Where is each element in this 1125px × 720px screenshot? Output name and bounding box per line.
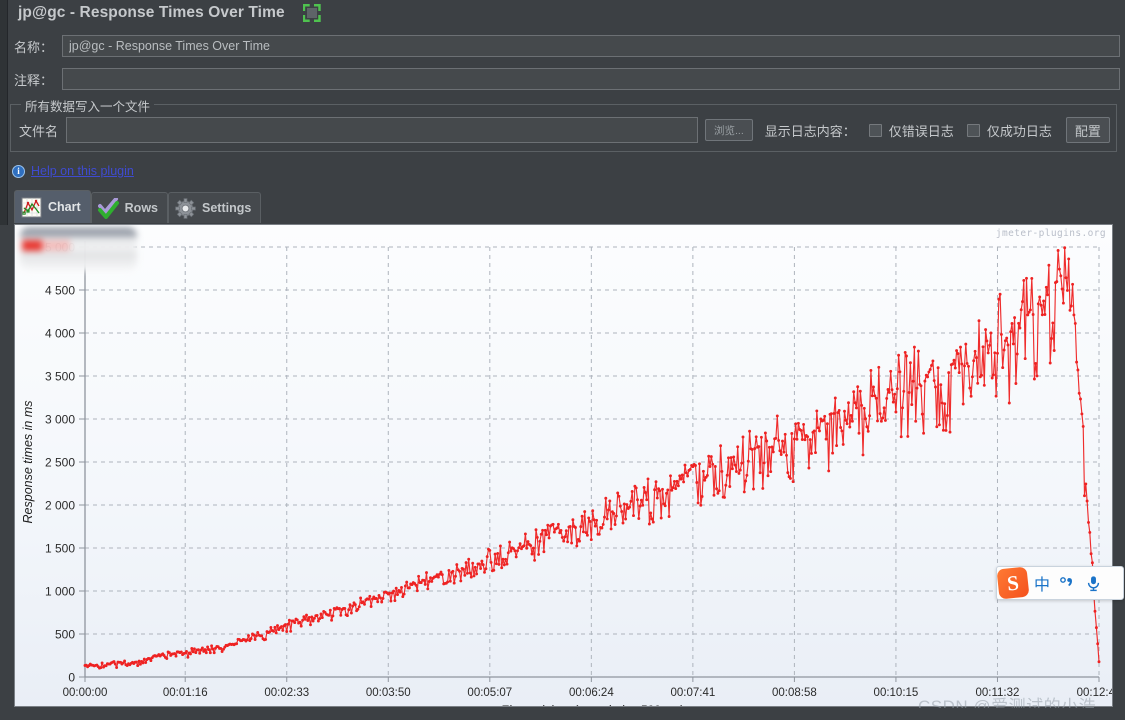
svg-text:500: 500 xyxy=(55,628,75,642)
success-only-label: 仅成功日志 xyxy=(986,123,1052,139)
svg-text:00:06:24: 00:06:24 xyxy=(569,687,614,699)
write-all-data-group: 所有数据写入一个文件 文件名 浏览... 显示日志内容： 仅错误日志 仅成功日志… xyxy=(10,96,1117,152)
comment-row: 注释： xyxy=(14,68,1120,90)
left-edge-strip xyxy=(0,0,8,225)
ime-punctuation-toggle[interactable] xyxy=(1056,575,1080,591)
svg-text:00:11:32: 00:11:32 xyxy=(976,687,1020,699)
name-row: 名称： xyxy=(14,35,1120,57)
svg-text:00:07:41: 00:07:41 xyxy=(670,687,715,699)
bottom-strip xyxy=(0,708,1125,720)
errors-only-checkbox[interactable] xyxy=(868,123,882,137)
filename-input[interactable] xyxy=(66,117,699,143)
tab-rows[interactable]: Rows xyxy=(90,192,168,223)
errors-only-checkbox-wrap[interactable]: 仅错误日志 xyxy=(868,121,954,140)
sogou-logo-icon[interactable]: S xyxy=(996,566,1030,600)
response-times-chart: 0 500 1 000 1 500 2 000 2 500 3 000 3 500 4 000 4… xyxy=(21,241,1112,707)
tab-chart-label: Chart xyxy=(48,200,81,214)
tab-settings[interactable]: Settings xyxy=(168,192,262,223)
tab-rows-label: Rows xyxy=(124,201,158,215)
svg-text:2 000: 2 000 xyxy=(45,499,75,513)
check-marks-icon xyxy=(97,196,119,219)
svg-text:3 000: 3 000 xyxy=(45,413,75,427)
success-only-checkbox[interactable] xyxy=(966,123,980,137)
sogou-ime-toolbar[interactable]: S 中 xyxy=(996,566,1124,600)
svg-text:3 500: 3 500 xyxy=(45,370,75,384)
svg-text:4 000: 4 000 xyxy=(45,327,75,341)
tab-bar: Chart Rows Settings xyxy=(14,190,262,223)
errors-only-label: 仅错误日志 xyxy=(888,123,954,139)
ime-mode-chinese[interactable]: 中 xyxy=(1028,571,1056,595)
svg-text:Response times in ms: Response times in ms xyxy=(21,401,35,524)
svg-text:1 500: 1 500 xyxy=(45,542,75,556)
svg-text:00:10:15: 00:10:15 xyxy=(874,687,919,699)
help-row: i Help on this plugin xyxy=(12,164,134,178)
success-only-checkbox-wrap[interactable]: 仅成功日志 xyxy=(966,121,1052,140)
plugin-window: jp@gc - Response Times Over Time 名称： 注释：… xyxy=(0,0,1125,720)
page-title: jp@gc - Response Times Over Time xyxy=(18,4,285,21)
info-icon: i xyxy=(12,164,25,178)
svg-text:0: 0 xyxy=(68,671,75,685)
svg-text:00:05:07: 00:05:07 xyxy=(467,687,512,699)
svg-text:00:03:50: 00:03:50 xyxy=(366,687,411,699)
gear-icon xyxy=(175,197,196,219)
tab-chart[interactable]: Chart xyxy=(14,190,91,223)
name-label: 名称： xyxy=(14,39,54,55)
help-on-this-plugin-link[interactable]: Help on this plugin xyxy=(31,164,134,178)
punctuation-icon xyxy=(1060,577,1072,586)
expand-corners-icon[interactable] xyxy=(302,4,321,22)
comment-input[interactable] xyxy=(62,68,1120,90)
svg-text:00:08:58: 00:08:58 xyxy=(772,687,817,699)
svg-text:4 500: 4 500 xyxy=(45,284,75,298)
name-input[interactable] xyxy=(62,35,1120,57)
svg-text:00:01:16: 00:01:16 xyxy=(163,687,208,699)
chart-legend-redacted xyxy=(20,227,137,271)
group-legend: 所有数据写入一个文件 xyxy=(21,96,155,115)
svg-text:00:00:00: 00:00:00 xyxy=(63,687,108,699)
log-content-label: 显示日志内容： xyxy=(764,123,856,139)
tab-settings-label: Settings xyxy=(202,201,252,215)
svg-text:2 500: 2 500 xyxy=(45,456,75,470)
microphone-icon[interactable] xyxy=(1080,575,1106,592)
title-bar: jp@gc - Response Times Over Time xyxy=(0,0,1125,26)
browse-button[interactable]: 浏览... xyxy=(705,119,753,141)
svg-text:00:02:33: 00:02:33 xyxy=(264,687,309,699)
svg-text:1 000: 1 000 xyxy=(45,585,75,599)
line-chart-icon xyxy=(21,197,42,218)
svg-text:Elapsed time (granularity: 500: Elapsed time (granularity: 500 ms) xyxy=(501,703,684,706)
configure-button[interactable]: 配置 xyxy=(1065,117,1110,143)
chart-panel[interactable]: jmeter-plugins.org 0 500 1 000 1 500 2 000 2 … xyxy=(14,224,1113,707)
comment-label: 注释： xyxy=(14,72,54,88)
filename-label: 文件名 xyxy=(19,123,59,139)
svg-text:00:12:49: 00:12:49 xyxy=(1077,687,1112,699)
